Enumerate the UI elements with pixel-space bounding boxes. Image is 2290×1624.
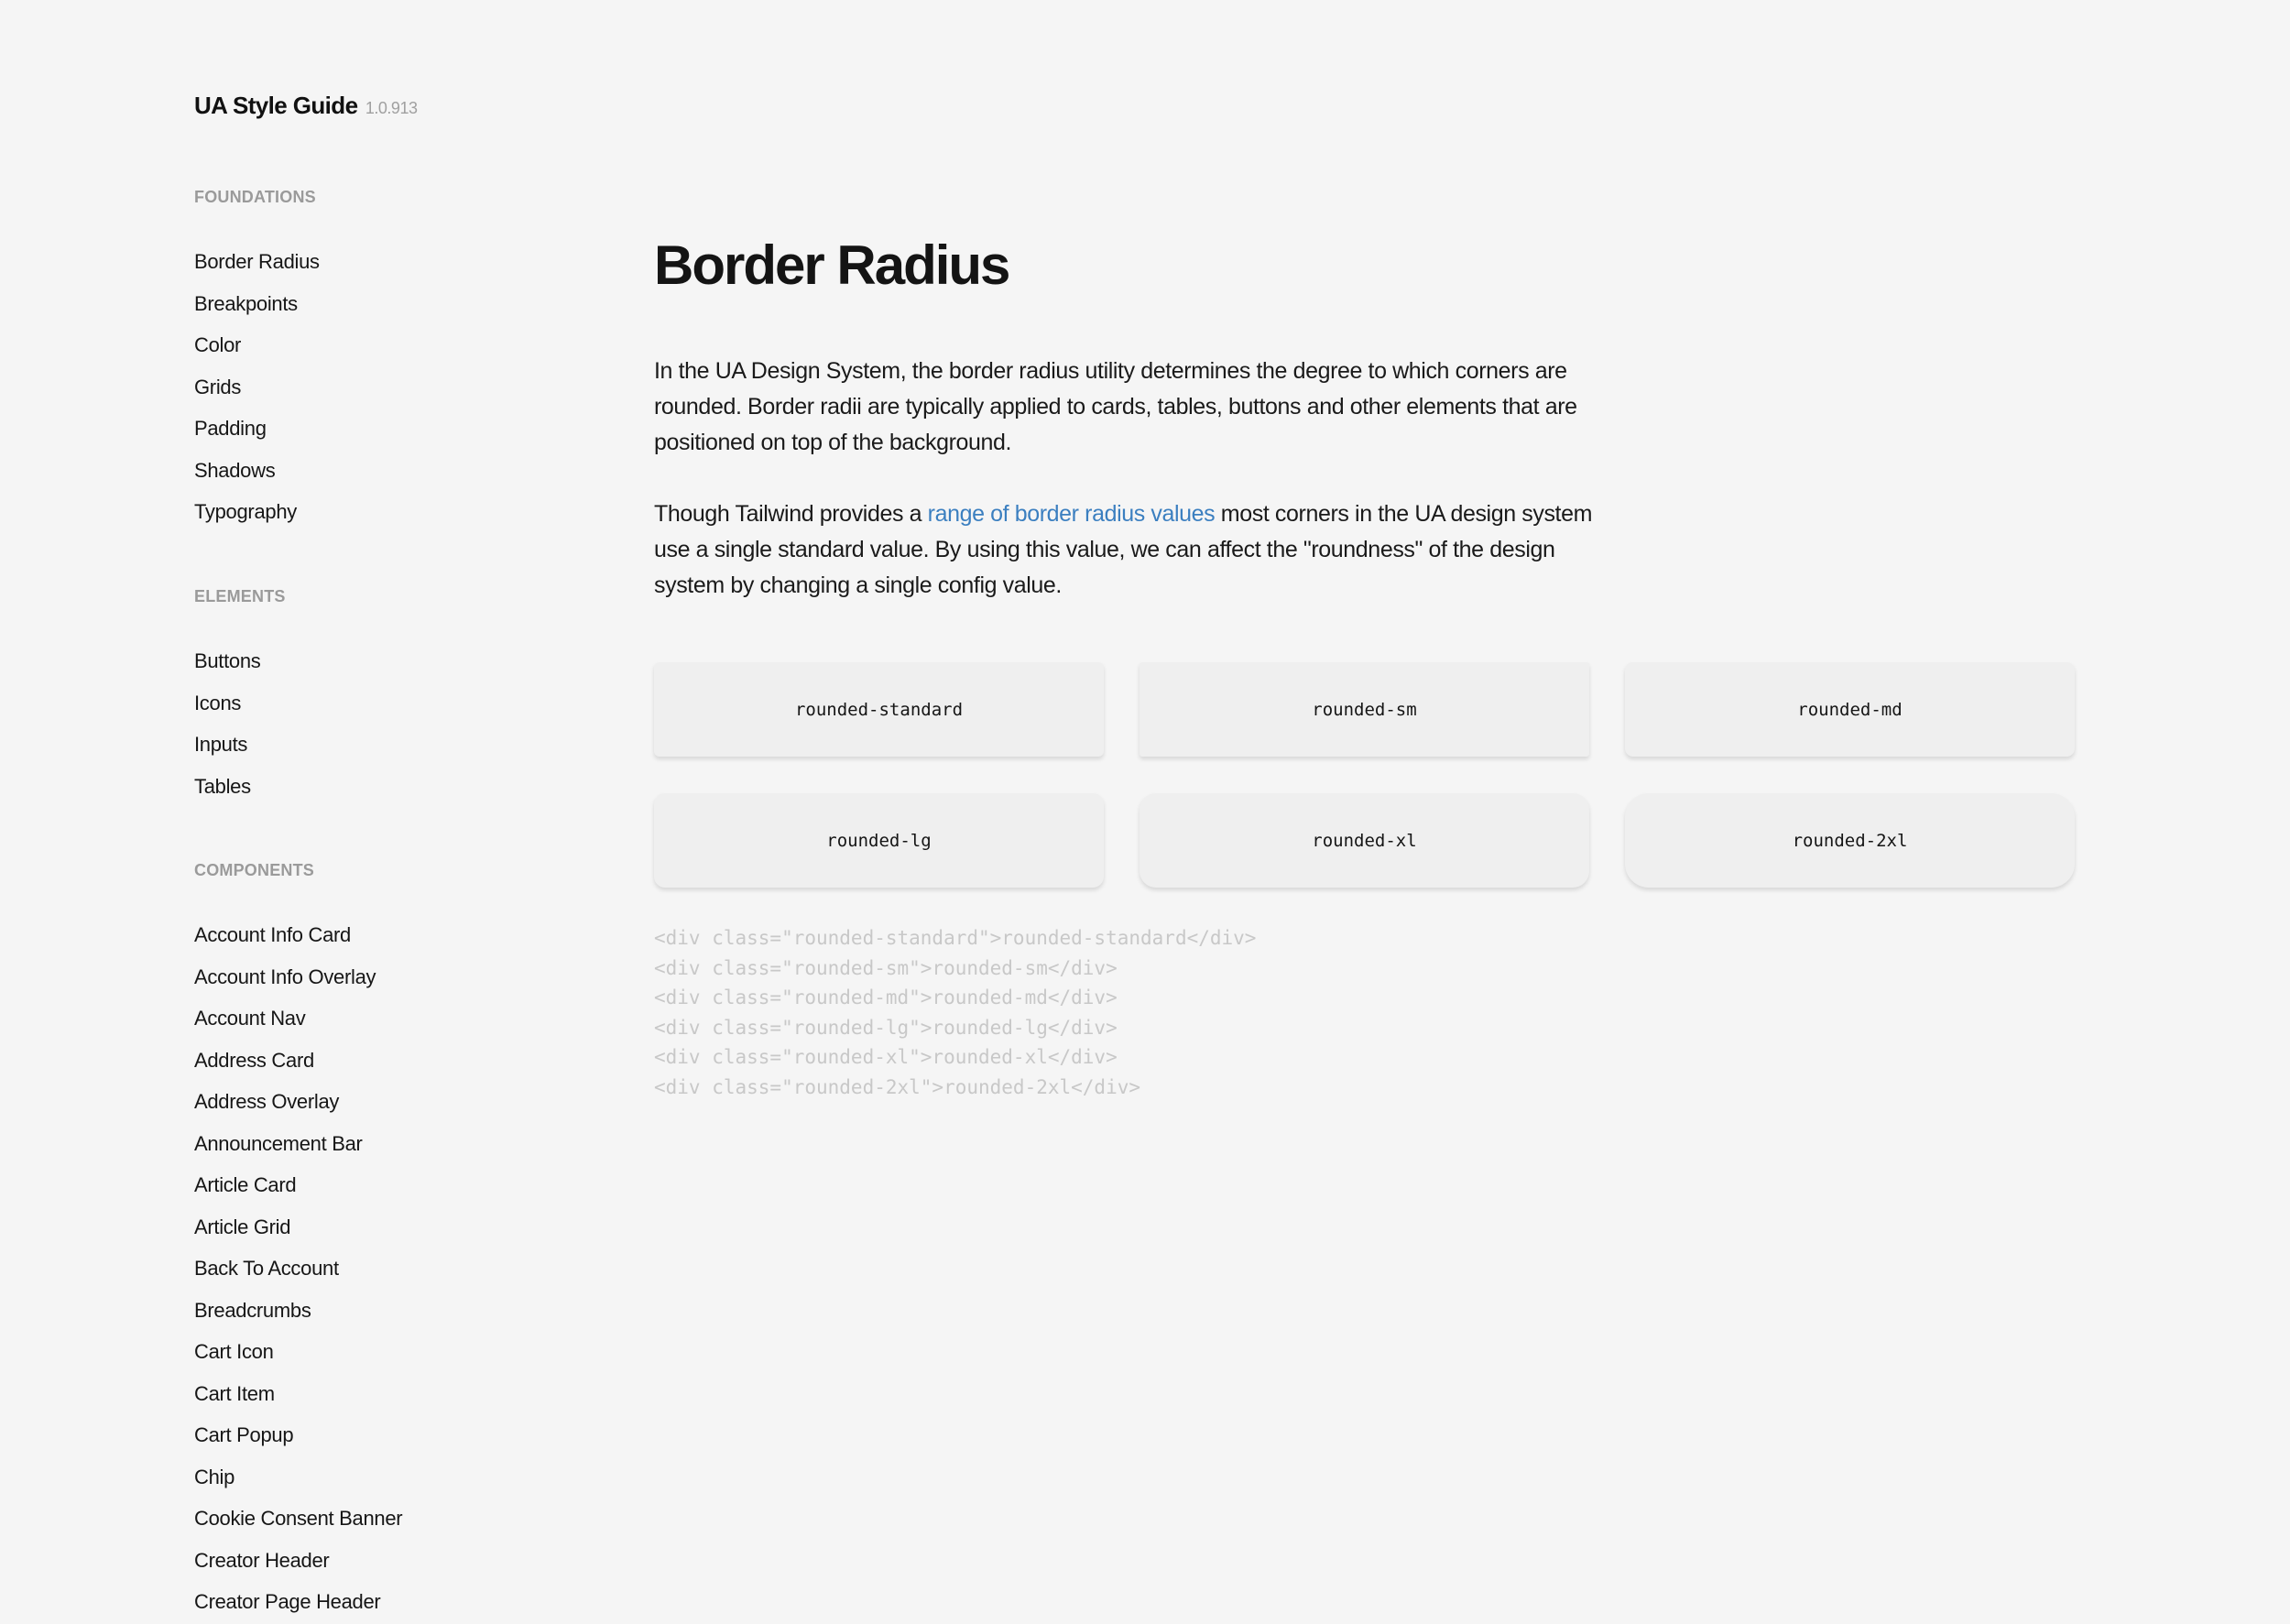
sidebar-item-article-card[interactable]: Article Card (194, 1164, 402, 1206)
brand[interactable]: UA Style Guide 1.0.913 (194, 92, 418, 120)
sidebar-item-cart-item[interactable]: Cart Item (194, 1373, 402, 1415)
sidebar-item-border-radius[interactable]: Border Radius (194, 241, 320, 283)
border-radius-values-link[interactable]: range of border radius values (928, 501, 1216, 527)
card-rounded-sm: rounded-sm (1140, 662, 1589, 757)
sidebar-item-typography[interactable]: Typography (194, 491, 320, 533)
code-line: <div class="rounded-lg">rounded-lg</div> (654, 1016, 1118, 1039)
nav-section-elements: Elements Buttons Icons Inputs Tables (194, 585, 286, 807)
card-rounded-md: rounded-md (1625, 662, 2075, 757)
nav-list-components: Account Info Card Account Info Overlay Acc… (194, 914, 403, 1623)
sidebar-item-tables[interactable]: Tables (194, 766, 286, 808)
sidebar-item-breadcrumbs[interactable]: Breadcrumbs (194, 1290, 402, 1332)
sidebar-item-back-to-account[interactable]: Back To Account (194, 1248, 402, 1290)
sidebar-item-breakpoints[interactable]: Breakpoints (194, 283, 320, 325)
code-line: <div class="rounded-standard">rounded-st… (654, 927, 1257, 949)
card-rounded-2xl: rounded-2xl (1625, 793, 2075, 888)
sidebar-item-cart-popup[interactable]: Cart Popup (194, 1414, 402, 1456)
sidebar-item-account-nav[interactable]: Account Nav (194, 997, 402, 1040)
sidebar-item-cookie-consent-banner[interactable]: Cookie Consent Banner (194, 1498, 403, 1540)
card-rounded-standard: rounded-standard (654, 662, 1104, 757)
tailwind-paragraph-start: Though Tailwind provides a (654, 501, 928, 527)
brand-version: 1.0.913 (365, 99, 418, 117)
code-line: <div class="rounded-md">rounded-md</div> (654, 986, 1118, 1008)
nav-heading-elements: Elements (194, 587, 286, 605)
sidebar-item-address-card[interactable]: Address Card (194, 1040, 402, 1082)
sidebar-item-cart-icon[interactable]: Cart Icon (194, 1331, 402, 1373)
sidebar-item-address-overlay[interactable]: Address Overlay (194, 1081, 402, 1123)
nav-list-elements: Buttons Icons Inputs Tables (194, 640, 286, 807)
sidebar-item-shadows[interactable]: Shadows (194, 450, 320, 492)
sidebar-item-creator-header[interactable]: Creator Header (194, 1540, 402, 1582)
sidebar-item-account-info-card[interactable]: Account Info Card (194, 914, 402, 956)
sidebar-item-account-info-overlay[interactable]: Account Info Overlay (194, 956, 402, 998)
intro-paragraph: In the UA Design System, the border radi… (654, 358, 1577, 455)
nav-section-components: Components Account Info Card Account Info… (194, 859, 403, 1623)
nav-section-foundations: Foundations Border Radius Breakpoints Colo… (194, 186, 320, 533)
sidebar-item-buttons[interactable]: Buttons (194, 640, 286, 682)
tailwind-paragraph: Though Tailwind provides a range of bord… (654, 496, 1607, 604)
nav-heading-foundations: Foundations (194, 188, 316, 206)
sidebar-item-grids[interactable]: Grids (194, 366, 320, 409)
card-rounded-xl: rounded-xl (1140, 793, 1589, 888)
sidebar-item-padding[interactable]: Padding (194, 408, 320, 450)
sidebar-item-creator-page-header[interactable]: Creator Page Header (194, 1581, 402, 1623)
card-rounded-lg: rounded-lg (654, 793, 1104, 888)
nav-list-foundations: Border Radius Breakpoints Color Grids Paddin… (194, 241, 320, 533)
code-line: <div class="rounded-2xl">rounded-2xl</di… (654, 1075, 1141, 1098)
nav-heading-components: Components (194, 861, 315, 879)
sidebar-item-color[interactable]: Color (194, 324, 320, 366)
sidebar-item-chip[interactable]: Chip (194, 1456, 402, 1499)
radius-demo-grid: rounded-standard rounded-sm rounded-md r… (654, 662, 2075, 888)
page-title: Border Radius (654, 234, 1010, 296)
code-line: <div class="rounded-sm">rounded-sm</div> (654, 956, 1118, 979)
code-example: <div class="rounded-standard">rounded-st… (654, 923, 1256, 1102)
sidebar-item-icons[interactable]: Icons (194, 682, 286, 725)
sidebar-item-inputs[interactable]: Inputs (194, 724, 286, 766)
sidebar-item-announcement-bar[interactable]: Announcement Bar (194, 1123, 402, 1165)
brand-name[interactable]: UA Style Guide (194, 92, 358, 119)
code-line: <div class="rounded-xl">rounded-xl</div> (654, 1046, 1118, 1068)
sidebar-item-article-grid[interactable]: Article Grid (194, 1206, 402, 1248)
